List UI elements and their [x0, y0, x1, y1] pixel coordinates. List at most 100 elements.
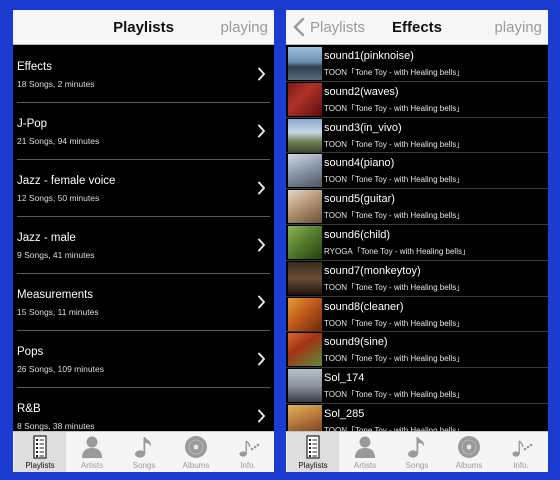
album-artwork	[288, 369, 322, 403]
playlist-row[interactable]: J-Pop 21 Songs, 94 minutes	[13, 103, 274, 160]
album-artwork	[288, 297, 322, 331]
disc-icon	[458, 436, 480, 458]
tab-label: Albums	[182, 461, 210, 470]
track-artist-album: TOON「Tone Toy - with Healing bells」	[324, 139, 465, 149]
person-icon	[82, 436, 102, 458]
playlist-meta: 8 Songs, 38 minutes	[17, 421, 95, 431]
track-row[interactable]: sound1(pinknoise) TOON「Tone Toy - with He…	[286, 46, 548, 82]
track-title: sound6(child)	[324, 228, 391, 241]
playlist-row[interactable]: R&B 8 Songs, 38 minutes	[13, 388, 274, 431]
track-artist-album: TOON「Tone Toy - with Healing bells」	[324, 103, 465, 113]
info-notes-icon	[512, 440, 533, 457]
album-artwork	[288, 261, 322, 295]
track-row[interactable]: sound4(piano) TOON「Tone Toy - with Healin…	[286, 153, 548, 189]
track-row[interactable]: Sol_174 TOON「Tone Toy - with Healing bell…	[286, 368, 548, 404]
album-artwork	[288, 190, 322, 224]
navigation-bar: Playlists Effects playing	[286, 10, 548, 45]
tab-artists[interactable]: Artists	[339, 432, 391, 472]
now-playing-button[interactable]: playing	[494, 19, 542, 36]
tab-albums[interactable]: Albums	[170, 432, 222, 472]
tab-label: Info.	[240, 461, 256, 470]
playlist-list: Effects 18 Songs, 2 minutes J-Pop 21 Songs,…	[13, 46, 274, 431]
music-note-icon	[135, 437, 152, 458]
playlist-name: Measurements	[17, 289, 94, 301]
album-artwork	[288, 154, 322, 188]
tab-label: Artists	[80, 461, 104, 470]
playlist-row[interactable]: Effects 18 Songs, 2 minutes	[13, 46, 274, 103]
track-artist-album: TOON「Tone Toy - with Healing bells」	[324, 68, 465, 77]
track-title: sound2(waves)	[324, 85, 399, 98]
track-row[interactable]: sound2(waves) TOON「Tone Toy - with Healin…	[286, 82, 548, 118]
now-playing-button[interactable]: playing	[220, 19, 268, 36]
playlist-icon	[306, 435, 320, 459]
track-title: sound1(pinknoise)	[324, 50, 414, 62]
track-artist-album: TOON「Tone Toy - with Healing bells」	[324, 318, 465, 328]
playlist-detail-screen: Playlists Effects playing sound1(pinknoi…	[286, 10, 548, 472]
playlist-row[interactable]: Jazz - female voice 12 Songs, 50 minutes	[13, 160, 274, 217]
playlist-meta: 15 Songs, 11 minutes	[17, 307, 99, 317]
album-artwork	[288, 333, 322, 367]
track-title: Sol_285	[324, 407, 365, 420]
chevron-right-icon	[258, 409, 265, 423]
tab-songs[interactable]: Songs	[391, 432, 443, 472]
chevron-right-icon	[258, 352, 265, 366]
playlist-meta: 18 Songs, 2 minutes	[17, 79, 95, 89]
playlist-meta: 9 Songs, 41 minutes	[17, 250, 95, 260]
track-row[interactable]: sound7(monkeytoy) TOON「Tone Toy - with He…	[286, 261, 548, 297]
track-row[interactable]: sound3(in_vivo) TOON「Tone Toy - with Heal…	[286, 118, 548, 154]
playlist-meta: 26 Songs, 109 minutes	[17, 364, 104, 374]
track-artist-album: TOON「Tone Toy - with Healing bells」	[324, 354, 465, 364]
track-list: sound1(pinknoise) TOON「Tone Toy - with He…	[286, 46, 548, 431]
tab-albums[interactable]: Albums	[443, 432, 495, 472]
album-artwork	[288, 404, 322, 431]
person-icon	[355, 436, 375, 458]
playlist-icon	[33, 435, 47, 459]
playlists-screen: Playlists playing Effects 18 Songs, 2 min…	[13, 10, 274, 472]
track-artist-album: RYOGA「Tone Toy - with Healing bells」	[324, 246, 470, 256]
track-row[interactable]: sound6(child) RYOGA「Tone Toy - with Heali…	[286, 225, 548, 261]
track-title: sound8(cleaner)	[324, 300, 404, 313]
playlist-name: J-Pop	[17, 118, 48, 130]
playlist-row[interactable]: Measurements 15 Songs, 11 minutes	[13, 274, 274, 331]
track-artist-album: TOON「Tone Toy - with Healing bells」	[324, 175, 465, 185]
tab-label: Info.	[513, 461, 529, 470]
chevron-right-icon	[258, 124, 265, 138]
playlist-name: Jazz - male	[17, 232, 76, 244]
tab-label: Playlists	[298, 461, 328, 470]
track-title: sound3(in_vivo)	[324, 121, 402, 134]
chevron-right-icon	[258, 181, 265, 195]
album-artwork	[288, 47, 322, 80]
album-artwork	[288, 225, 322, 259]
track-artist-album: TOON「Tone Toy - with Healing bells」	[324, 211, 465, 221]
navigation-bar: Playlists playing	[13, 10, 274, 45]
track-row[interactable]: sound8(cleaner) TOON「Tone Toy - with Heal…	[286, 297, 548, 333]
tab-info[interactable]: Info.	[495, 432, 547, 472]
track-row[interactable]: sound9(sine) TOON「Tone Toy - with Healing…	[286, 332, 548, 368]
tab-label: Albums	[455, 461, 483, 470]
tab-playlists[interactable]: Playlists	[287, 432, 339, 472]
music-note-icon	[408, 437, 425, 458]
tab-info[interactable]: Info.	[222, 432, 274, 472]
chevron-right-icon	[258, 295, 265, 309]
track-row[interactable]: sound5(guitar) TOON「Tone Toy - with Heali…	[286, 189, 548, 225]
track-title: sound5(guitar)	[324, 193, 395, 206]
disc-icon	[185, 436, 207, 458]
track-artist-album: TOON「Tone Toy - with Healing bells」	[324, 390, 465, 400]
track-title: sound9(sine)	[324, 336, 388, 349]
playlist-row[interactable]: Jazz - male 9 Songs, 41 minutes	[13, 217, 274, 274]
playlist-row[interactable]: Pops 26 Songs, 109 minutes	[13, 331, 274, 388]
tab-label: Artists	[353, 461, 377, 470]
tab-songs[interactable]: Songs	[118, 432, 170, 472]
tab-playlists[interactable]: Playlists	[14, 432, 66, 472]
album-artwork	[288, 118, 322, 152]
track-title: sound4(piano)	[324, 157, 395, 170]
playlist-name: Effects	[17, 61, 52, 73]
playlist-name: Jazz - female voice	[17, 175, 116, 187]
tab-bar: Playlists Artists Songs Albums Info.	[286, 431, 548, 472]
playlist-meta: 21 Songs, 94 minutes	[17, 136, 100, 146]
tab-label: Songs	[132, 461, 156, 470]
tab-artists[interactable]: Artists	[66, 432, 118, 472]
track-row[interactable]: Sol_285 TOON「Tone Toy - with Healing bell…	[286, 404, 548, 431]
chevron-right-icon	[258, 238, 265, 252]
playlist-name: R&B	[17, 403, 41, 415]
